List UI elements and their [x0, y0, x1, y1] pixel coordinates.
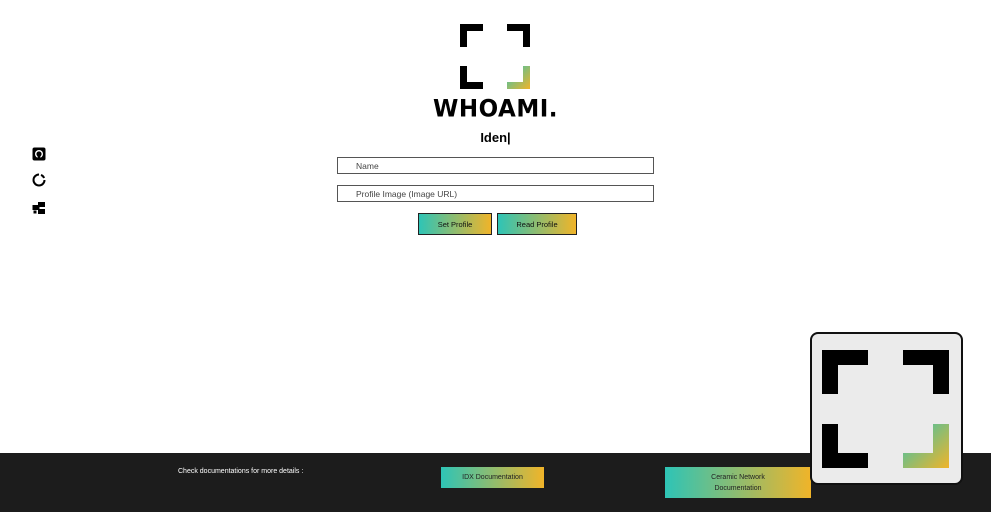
network-icon[interactable] — [32, 201, 46, 215]
logo-card — [810, 332, 963, 485]
read-profile-label: Read Profile — [516, 219, 558, 229]
profile-image-input[interactable] — [337, 185, 654, 202]
set-profile-label: Set Profile — [437, 219, 473, 229]
idx-docs-link[interactable]: IDX Documentation — [441, 467, 544, 488]
card-logo-icon — [822, 350, 949, 468]
typing-headline: Iden| — [480, 130, 511, 145]
github-icon[interactable] — [32, 147, 46, 161]
whoami-logo-icon — [460, 24, 530, 89]
ceramic-docs-link[interactable]: Ceramic Network Documentation — [665, 467, 811, 498]
name-input[interactable] — [337, 157, 654, 174]
brand-title: WHOAMI. — [432, 95, 559, 123]
set-profile-button[interactable]: Set Profile — [418, 213, 492, 235]
loading-ring-icon[interactable] — [32, 173, 46, 187]
ceramic-docs-label: Ceramic Network Documentation — [711, 473, 765, 492]
idx-docs-label: IDX Documentation — [462, 474, 523, 481]
read-profile-button[interactable]: Read Profile — [497, 213, 577, 235]
footer-note: Check documentations for more details : — [178, 468, 304, 475]
